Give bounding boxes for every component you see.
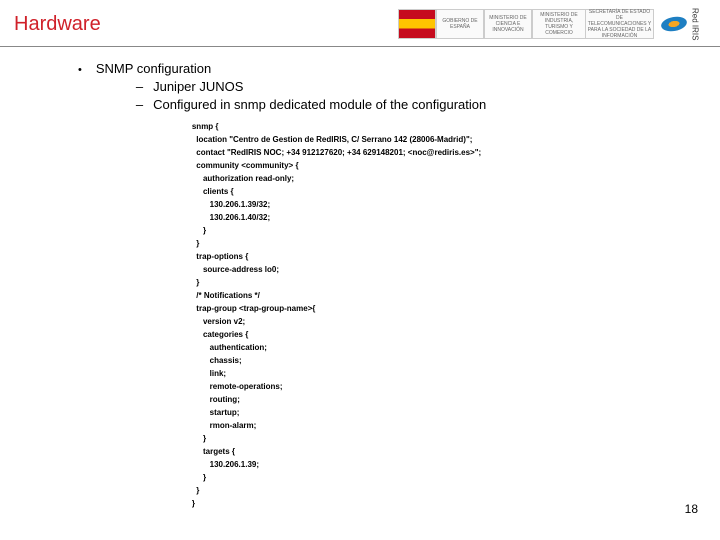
dash-icon: – bbox=[136, 96, 143, 114]
bullet-label: SNMP configuration bbox=[96, 61, 486, 76]
bullet-body: SNMP configuration – Juniper JUNOS – Con… bbox=[96, 61, 486, 510]
sub-item-1: – Juniper JUNOS bbox=[136, 78, 486, 96]
secretaria-logo: SECRETARÍA DE ESTADO DE TELECOMUNICACION… bbox=[586, 9, 654, 39]
sub-item-2: – Configured in snmp dedicated module of… bbox=[136, 96, 486, 114]
sub-item-1-label: Juniper JUNOS bbox=[153, 78, 243, 96]
bullet-icon: • bbox=[78, 61, 82, 79]
slide-title: Hardware bbox=[14, 13, 101, 36]
sub-item-2-label: Configured in snmp dedicated module of t… bbox=[153, 96, 486, 114]
rediris-text: Red IRIS bbox=[691, 8, 700, 40]
code-block: snmp { location "Centro de Gestion de Re… bbox=[192, 120, 486, 510]
bullet-item: • SNMP configuration – Juniper JUNOS – C… bbox=[78, 61, 720, 510]
dash-icon: – bbox=[136, 78, 143, 96]
ministerio-industria-logo: MINISTERIO DE INDUSTRIA, TURISMO Y COMER… bbox=[532, 9, 586, 39]
page-number: 18 bbox=[685, 502, 698, 516]
spain-flag-icon bbox=[398, 9, 436, 39]
gobierno-logo: GOBIERNO DE ESPAÑA bbox=[436, 9, 484, 39]
slide-content: • SNMP configuration – Juniper JUNOS – C… bbox=[0, 47, 720, 510]
slide-header: Hardware GOBIERNO DE ESPAÑA MINISTERIO D… bbox=[0, 0, 720, 47]
logo-strip: GOBIERNO DE ESPAÑA MINISTERIO DE CIENCIA… bbox=[398, 8, 706, 40]
rediris-icon bbox=[659, 15, 687, 33]
rediris-logo: Red IRIS bbox=[654, 8, 706, 40]
sub-list: – Juniper JUNOS – Configured in snmp ded… bbox=[136, 78, 486, 114]
ministerio-ciencia-logo: MINISTERIO DE CIENCIA E INNOVACIÓN bbox=[484, 9, 532, 39]
